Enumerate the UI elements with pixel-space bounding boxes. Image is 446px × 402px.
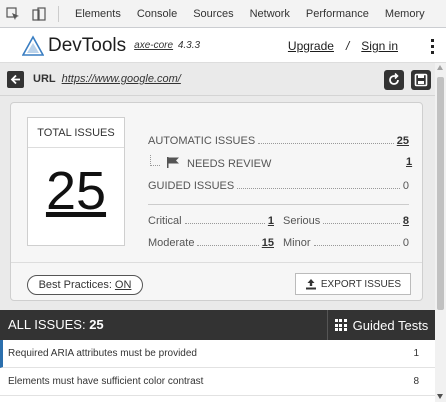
tab-network[interactable]: Network bbox=[242, 0, 298, 27]
guided-issues-row: GUIDED ISSUES 0 bbox=[148, 178, 409, 192]
total-issues-box: TOTAL ISSUES 25 bbox=[27, 117, 125, 246]
axe-core-link[interactable]: axe-core bbox=[134, 40, 173, 51]
guided-tests-label: Guided Tests bbox=[352, 317, 429, 333]
link-separator: / bbox=[345, 39, 350, 53]
automatic-issues-row: AUTOMATIC ISSUES 25 bbox=[148, 133, 409, 147]
minor-count: 0 bbox=[402, 237, 409, 249]
header-links: Upgrade / Sign in bbox=[288, 29, 398, 63]
critical-label: Critical bbox=[148, 215, 182, 227]
panel-footer-divider bbox=[11, 262, 422, 263]
rescan-icon[interactable] bbox=[384, 70, 404, 90]
minor-label: Minor bbox=[283, 237, 311, 249]
sign-in-link[interactable]: Sign in bbox=[361, 39, 398, 53]
scrollbar-thumb[interactable] bbox=[437, 77, 444, 310]
url-label: URL bbox=[33, 73, 56, 85]
needs-review-count[interactable]: 1 bbox=[406, 156, 412, 168]
issue-title: Elements must have sufficient color cont… bbox=[8, 376, 204, 387]
export-issues-button[interactable]: EXPORT ISSUES bbox=[295, 273, 411, 295]
version-number: 4.3.3 bbox=[177, 40, 201, 51]
device-toolbar-icon[interactable] bbox=[26, 0, 52, 27]
serious-label: Serious bbox=[283, 215, 321, 227]
issue-count: 8 bbox=[413, 376, 419, 387]
guided-tests-button[interactable]: Guided Tests bbox=[327, 310, 435, 340]
scroll-up-icon[interactable] bbox=[437, 65, 443, 70]
guided-issues-label: GUIDED ISSUES bbox=[148, 180, 235, 192]
serious-count[interactable]: 8 bbox=[403, 215, 409, 227]
toolbar-divider bbox=[58, 5, 59, 22]
url-value-link[interactable]: https://www.google.com/ bbox=[62, 73, 181, 85]
best-practices-value: ON bbox=[114, 279, 132, 291]
minor-row: Minor 0 bbox=[283, 235, 409, 249]
summary-panel: TOTAL ISSUES 25 AUTOMATIC ISSUES 25 NEED… bbox=[10, 102, 423, 301]
list-item[interactable]: Required ARIA attributes must be provide… bbox=[0, 340, 435, 368]
tab-console[interactable]: Console bbox=[129, 0, 185, 27]
list-item[interactable]: Elements must have sufficient color cont… bbox=[0, 368, 435, 396]
version-info: axe-core 4.3.3 bbox=[134, 40, 200, 51]
tab-elements[interactable]: Elements bbox=[67, 0, 129, 27]
all-issues-title: ALL ISSUES: 25 bbox=[8, 310, 104, 340]
axe-header: DevTools axe-core 4.3.3 Upgrade / Sign i… bbox=[0, 29, 446, 63]
automatic-issues-label: AUTOMATIC ISSUES bbox=[148, 135, 256, 147]
url-bar: URL https://www.google.com/ bbox=[0, 63, 435, 96]
all-issues-bar: ALL ISSUES: 25 Guided Tests bbox=[0, 310, 435, 340]
more-options-icon[interactable] bbox=[418, 29, 446, 63]
all-issues-label: ALL ISSUES: bbox=[8, 317, 86, 332]
scroll-down-icon[interactable] bbox=[437, 394, 443, 399]
app-title: DevTools bbox=[48, 34, 127, 56]
moderate-row: Moderate 15 bbox=[148, 235, 274, 249]
axe-logo-icon bbox=[22, 34, 44, 56]
export-icon bbox=[305, 279, 316, 290]
issue-count: 1 bbox=[413, 348, 419, 359]
needs-review-row: NEEDS REVIEW 1 bbox=[150, 152, 412, 170]
automatic-issues-count[interactable]: 25 bbox=[397, 135, 409, 147]
summary-divider bbox=[148, 204, 409, 205]
total-issues-count[interactable]: 25 bbox=[28, 156, 124, 226]
guided-issues-count: 0 bbox=[402, 180, 409, 192]
url-actions bbox=[384, 70, 431, 90]
devtools-tab-bar: Elements Console Sources Network Perform… bbox=[0, 0, 446, 28]
moderate-count[interactable]: 15 bbox=[262, 237, 274, 249]
serious-row: Serious 8 bbox=[283, 213, 409, 227]
best-practices-label: Best Practices: bbox=[38, 279, 112, 291]
total-issues-label: TOTAL ISSUES bbox=[28, 118, 124, 148]
needs-review-label: NEEDS REVIEW bbox=[187, 158, 272, 170]
export-issues-label: EXPORT ISSUES bbox=[320, 278, 402, 290]
inspect-element-icon[interactable] bbox=[0, 0, 26, 27]
grid-icon bbox=[334, 319, 347, 331]
scrollbar[interactable] bbox=[435, 63, 446, 402]
upgrade-link[interactable]: Upgrade bbox=[288, 39, 334, 53]
save-icon[interactable] bbox=[411, 70, 431, 90]
moderate-label: Moderate bbox=[148, 237, 195, 249]
flag-icon bbox=[167, 157, 179, 168]
all-issues-count: 25 bbox=[89, 317, 104, 332]
back-arrow-icon[interactable] bbox=[7, 70, 24, 88]
summary-area: TOTAL ISSUES 25 AUTOMATIC ISSUES 25 NEED… bbox=[0, 96, 435, 310]
best-practices-toggle[interactable]: Best Practices: ON bbox=[27, 275, 143, 295]
critical-row: Critical 1 bbox=[148, 213, 274, 227]
tab-memory[interactable]: Memory bbox=[377, 0, 433, 27]
issue-title: Required ARIA attributes must be provide… bbox=[8, 348, 197, 359]
critical-count[interactable]: 1 bbox=[268, 215, 274, 227]
tab-sources[interactable]: Sources bbox=[185, 0, 241, 27]
tab-performance[interactable]: Performance bbox=[298, 0, 377, 27]
